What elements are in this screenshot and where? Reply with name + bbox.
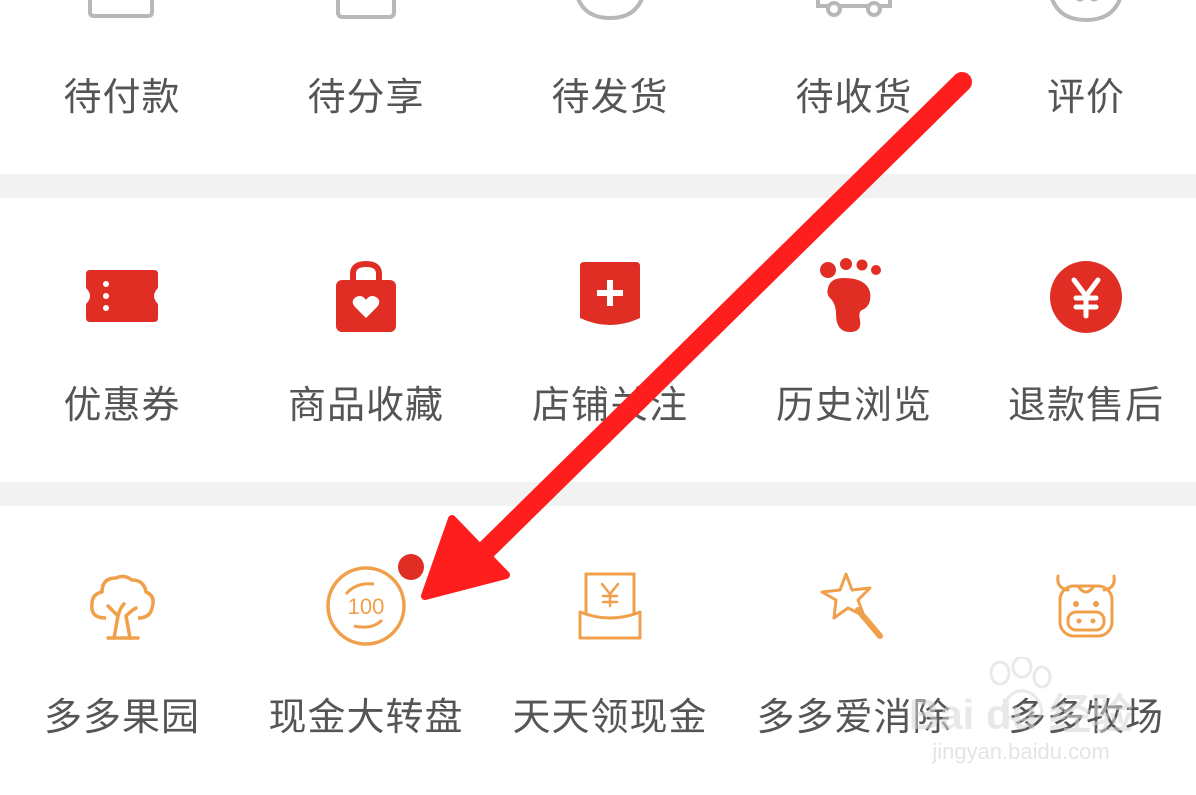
coupon-icon — [86, 270, 158, 322]
share-bag-icon — [336, 0, 396, 19]
heart-bag-icon — [336, 260, 396, 332]
order-status-row: 待付款 待分享 待发货 待收货 评价 — [0, 0, 1196, 174]
order-status-section: 待付款 待分享 待发货 待收货 评价 — [0, 0, 1196, 174]
comment-icon — [1050, 0, 1122, 22]
package-icon — [576, 0, 644, 21]
browse-history[interactable]: 历史浏览 — [732, 198, 976, 482]
duoduo-orchard[interactable]: 多多果园 — [0, 506, 244, 795]
footprint-icon — [820, 258, 881, 332]
order-pending-shipment-label: 待发货 — [551, 75, 669, 119]
favorite-products-label: 商品收藏 — [287, 383, 444, 427]
notification-dot — [398, 554, 424, 580]
order-pending-share[interactable]: 待分享 — [244, 0, 488, 174]
cash-wheel[interactable]: 100 现金大转盘 — [244, 506, 488, 795]
store-plus-icon — [580, 262, 640, 325]
baidu-watermark: Bai du 经验 jingyan.baidu.com — [906, 655, 1136, 775]
services-section: 优惠券 商品收藏 店铺关注 历史浏览 退款售后 — [0, 198, 1196, 482]
section-divider-2 — [0, 482, 1196, 506]
wheel-100-icon: 100 — [326, 566, 406, 646]
order-pending-receipt[interactable]: 待收货 — [732, 0, 976, 174]
cash-wheel-label: 现金大转盘 — [268, 695, 464, 739]
yuan-circle-icon — [1050, 261, 1122, 333]
order-review-label: 评价 — [1046, 75, 1125, 119]
star-wand-icon — [820, 572, 883, 639]
svg-text:100: 100 — [348, 594, 385, 619]
order-pending-payment[interactable]: 待付款 — [0, 0, 244, 174]
section-divider-1 — [0, 174, 1196, 198]
followed-stores[interactable]: 店铺关注 — [488, 198, 732, 482]
followed-stores-label: 店铺关注 — [531, 383, 688, 427]
browse-history-label: 历史浏览 — [775, 383, 932, 427]
watermark-url: jingyan.baidu.com — [932, 739, 1110, 764]
wallet-icon — [88, 0, 154, 18]
refund-after-sales[interactable]: 退款售后 — [976, 198, 1196, 482]
favorite-products[interactable]: 商品收藏 — [244, 198, 488, 482]
cow-icon — [1056, 574, 1116, 638]
daily-cash[interactable]: 天天领现金 — [488, 506, 732, 795]
order-review[interactable]: 评价 — [976, 0, 1196, 174]
truck-icon — [816, 0, 892, 17]
order-pending-receipt-label: 待收货 — [795, 75, 913, 119]
daily-cash-label: 天天领现金 — [512, 695, 708, 739]
coupons-label: 优惠券 — [63, 383, 181, 427]
tree-icon — [90, 574, 155, 640]
cash-envelope-icon — [578, 572, 642, 640]
services-row: 优惠券 商品收藏 店铺关注 历史浏览 退款售后 — [0, 198, 1196, 482]
coupons[interactable]: 优惠券 — [0, 198, 244, 482]
order-pending-payment-label: 待付款 — [63, 75, 181, 119]
order-pending-shipment[interactable]: 待发货 — [488, 0, 732, 174]
refund-after-sales-label: 退款售后 — [1007, 383, 1164, 427]
duoduo-orchard-label: 多多果园 — [43, 695, 200, 739]
order-pending-share-label: 待分享 — [307, 75, 425, 119]
watermark-brand: Bai du 经验 — [908, 691, 1133, 738]
